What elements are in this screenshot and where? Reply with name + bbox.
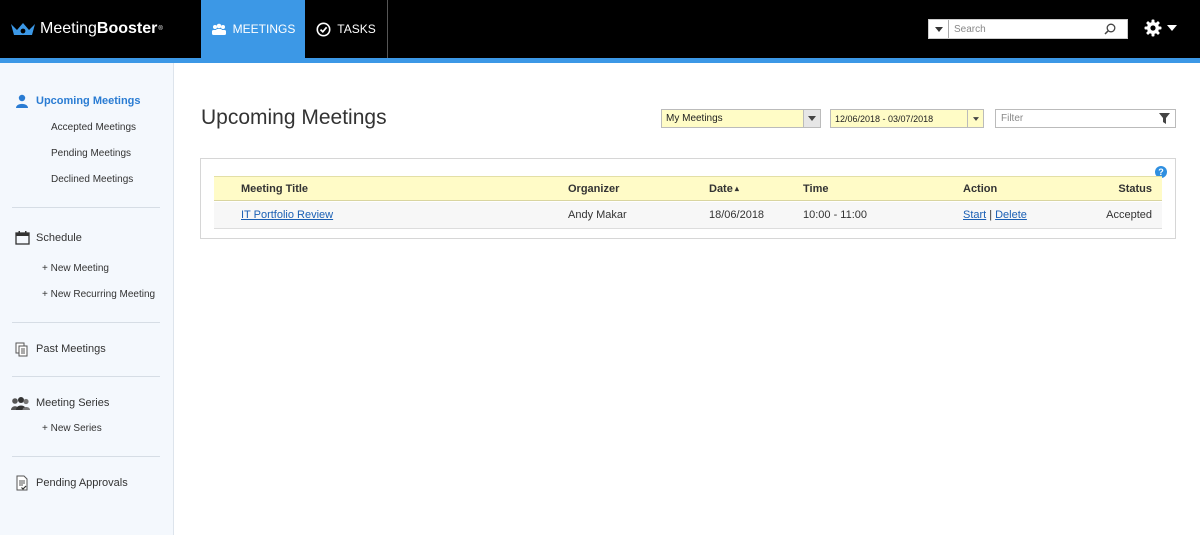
sidebar-item-label: Pending Meetings [51,148,132,159]
sidebar-divider [12,207,160,208]
caret-down-icon [808,116,816,121]
brand-registered-mark: ® [158,26,163,32]
sidebar-item-new-meeting[interactable]: + New Meeting [42,263,109,274]
sidebar-item-new-recurring-meeting[interactable]: + New Recurring Meeting [42,289,155,300]
filter-box [995,109,1176,128]
sort-ascending-icon: ▴ [734,184,739,193]
crown-logo-icon [11,23,35,35]
header-accent-line [0,58,1200,63]
column-header-date[interactable]: Date ▴ [709,177,739,200]
brand-name-light: Meeting [40,20,97,37]
documents-icon [13,341,31,357]
column-header-organizer[interactable]: Organizer [568,177,619,200]
organizer-cell: Andy Makar [568,209,627,221]
column-header-action: Action [963,182,998,195]
sidebar-item-label: + New Meeting [42,263,109,274]
sidebar-item-new-series[interactable]: + New Series [42,423,102,434]
sidebar-divider [12,376,160,377]
sidebar-item-declined-meetings[interactable]: Declined Meetings [51,174,133,185]
sidebar-item-label: + New Recurring Meeting [42,289,156,300]
filter-input[interactable] [996,113,1151,124]
sidebar-item-pending-meetings[interactable]: Pending Meetings [51,148,131,159]
calendar-icon [13,230,31,246]
sidebar-item-label: Past Meetings [36,343,106,355]
table-row: IT Portfolio Review Andy Makar 18/06/201… [214,202,1162,229]
sidebar-item-pending-approvals[interactable]: Pending Approvals [13,475,128,491]
search-input[interactable] [949,21,1099,37]
sidebar-item-label: + New Series [42,423,102,434]
meetings-filter-value: My Meetings [666,113,723,124]
table-header: Meeting Title Organizer Date ▴ Time Acti… [214,176,1162,201]
sidebar-item-upcoming-meetings[interactable]: Upcoming Meetings [13,93,141,109]
gear-icon [1144,19,1162,37]
dropdown-arrow [803,110,820,127]
date-range-select[interactable]: 12/06/2018 - 03/07/2018 [830,109,984,128]
tab-tasks[interactable]: TASKS [305,0,388,58]
tab-meetings-label: MEETINGS [232,22,296,36]
column-header-time[interactable]: Time [803,177,828,200]
sidebar-item-label: Pending Approvals [36,477,128,489]
brand-name-bold: Booster [96,20,158,37]
search-button[interactable] [1099,20,1121,38]
approval-document-icon [13,475,31,491]
sidebar-item-meeting-series[interactable]: Meeting Series [10,395,109,411]
delete-meeting-link[interactable]: Delete [995,209,1027,221]
meeting-title-link[interactable]: IT Portfolio Review [241,209,333,221]
caret-down-icon [972,116,979,121]
sidebar-item-past-meetings[interactable]: Past Meetings [13,341,106,357]
tab-tasks-label: TASKS [337,22,376,36]
status-cell: Accepted [1106,209,1152,221]
app-logo[interactable]: Meeting Booster ® [10,18,163,40]
tab-meetings[interactable]: MEETINGS [201,0,305,58]
search-box [928,19,1128,39]
person-icon [13,93,31,109]
action-separator: | [989,209,993,221]
sidebar-item-label: Upcoming Meetings [36,95,141,107]
column-header-title[interactable]: Meeting Title [241,177,308,200]
search-scope-dropdown[interactable] [929,20,949,38]
meeting-title-cell: IT Portfolio Review [241,202,333,228]
group-icon [211,23,227,35]
page-title: Upcoming Meetings [201,106,387,129]
action-cell: Start | Delete [963,202,1027,228]
sidebar-item-label: Accepted Meetings [51,122,137,133]
caret-down-icon [934,26,943,32]
sidebar-divider [12,322,160,323]
date-cell: 18/06/2018 [709,209,765,221]
date-range-value: 12/06/2018 - 03/07/2018 [835,113,934,124]
start-meeting-link[interactable]: Start [963,209,986,221]
sidebar-item-label: Declined Meetings [51,174,134,185]
sidebar-divider [12,456,160,457]
sidebar-item-label: Meeting Series [36,397,110,409]
sidebar-item-schedule[interactable]: Schedule [13,230,82,246]
column-header-status[interactable]: Status [1118,177,1152,200]
check-circle-icon [316,22,331,37]
settings-menu[interactable] [1144,19,1177,37]
top-bar: Meeting Booster ® MEETINGS TASKS [0,0,1200,58]
meetings-filter-select[interactable]: My Meetings [661,109,821,128]
sidebar-item-label: Schedule [36,232,82,244]
people-icon [10,395,31,411]
time-cell: 10:00 - 11:00 [803,209,868,221]
chevron-down-icon [1167,25,1177,31]
filter-icon[interactable] [1159,113,1170,124]
dropdown-arrow [967,110,983,127]
search-icon [1104,23,1116,35]
sidebar-item-accepted-meetings[interactable]: Accepted Meetings [51,122,136,133]
column-header-date-label: Date [709,182,733,195]
